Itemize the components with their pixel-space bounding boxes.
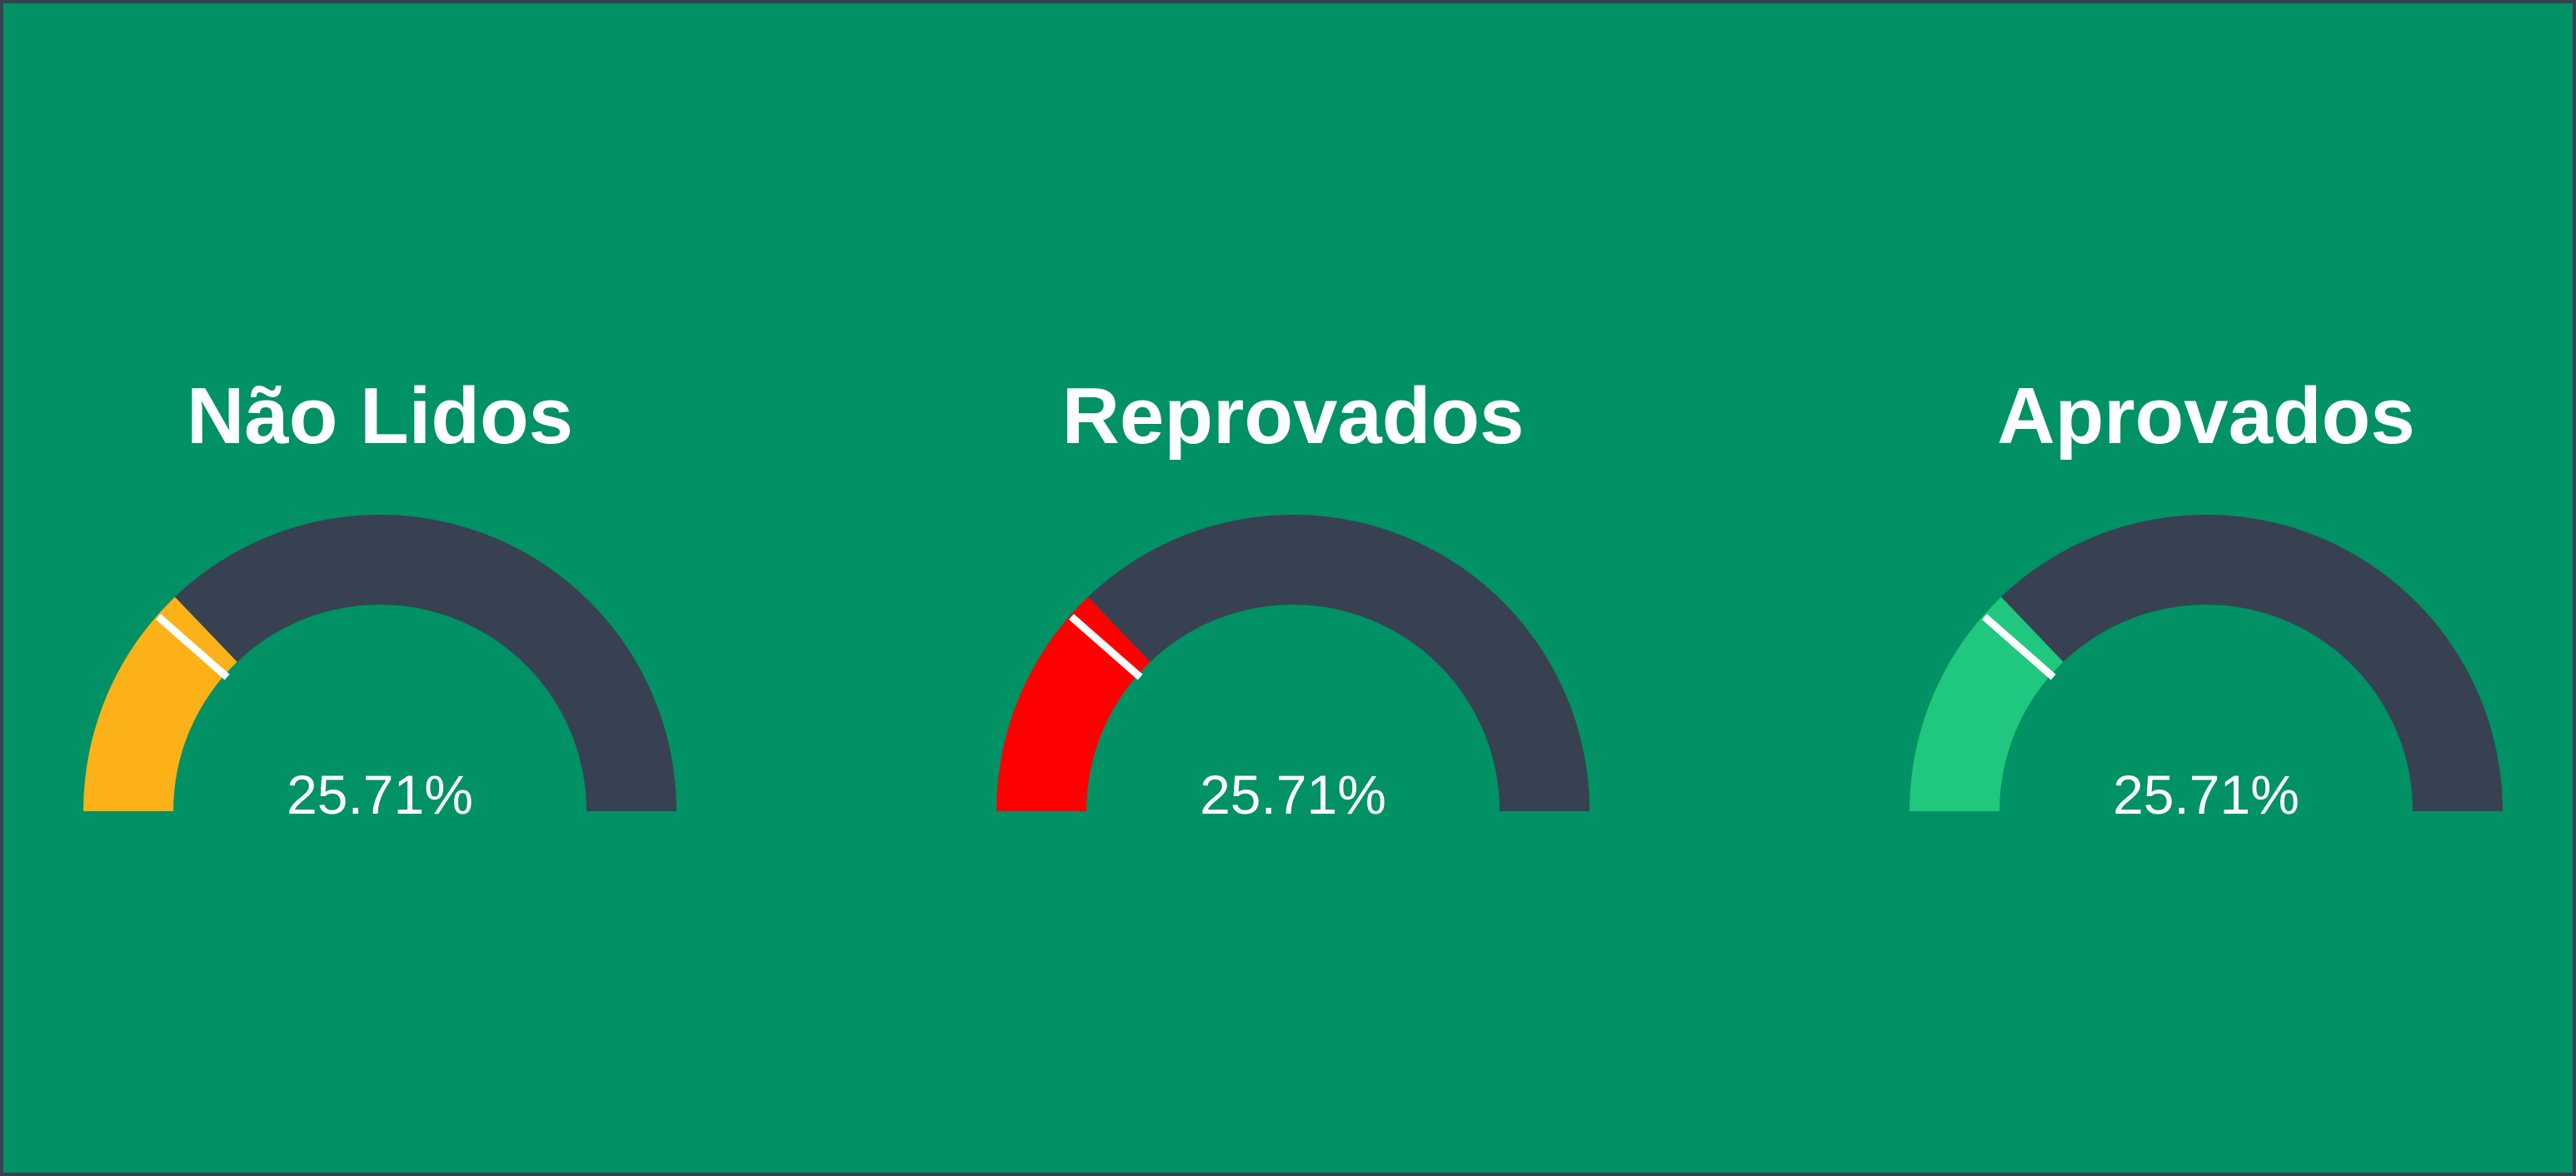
gauge-card-reprovados: Reprovados 25.71% [993,3,1593,1173]
dashboard-panel: Não Lidos 25.71% Reprovados 25.71% Aprov… [3,3,2573,1173]
gauge-card-nao-lidos: Não Lidos 25.71% [80,3,680,1173]
gauge-title: Não Lidos [186,371,573,461]
gauge-title: Reprovados [1061,371,1525,461]
gauge-value-label: 25.71% [2113,764,2299,825]
gauge-value-label: 25.71% [287,764,473,825]
gauge-card-aprovados: Aprovados 25.71% [1906,3,2506,1173]
gauge-value-label: 25.71% [1200,764,1386,825]
gauge-title: Aprovados [1997,371,2415,461]
